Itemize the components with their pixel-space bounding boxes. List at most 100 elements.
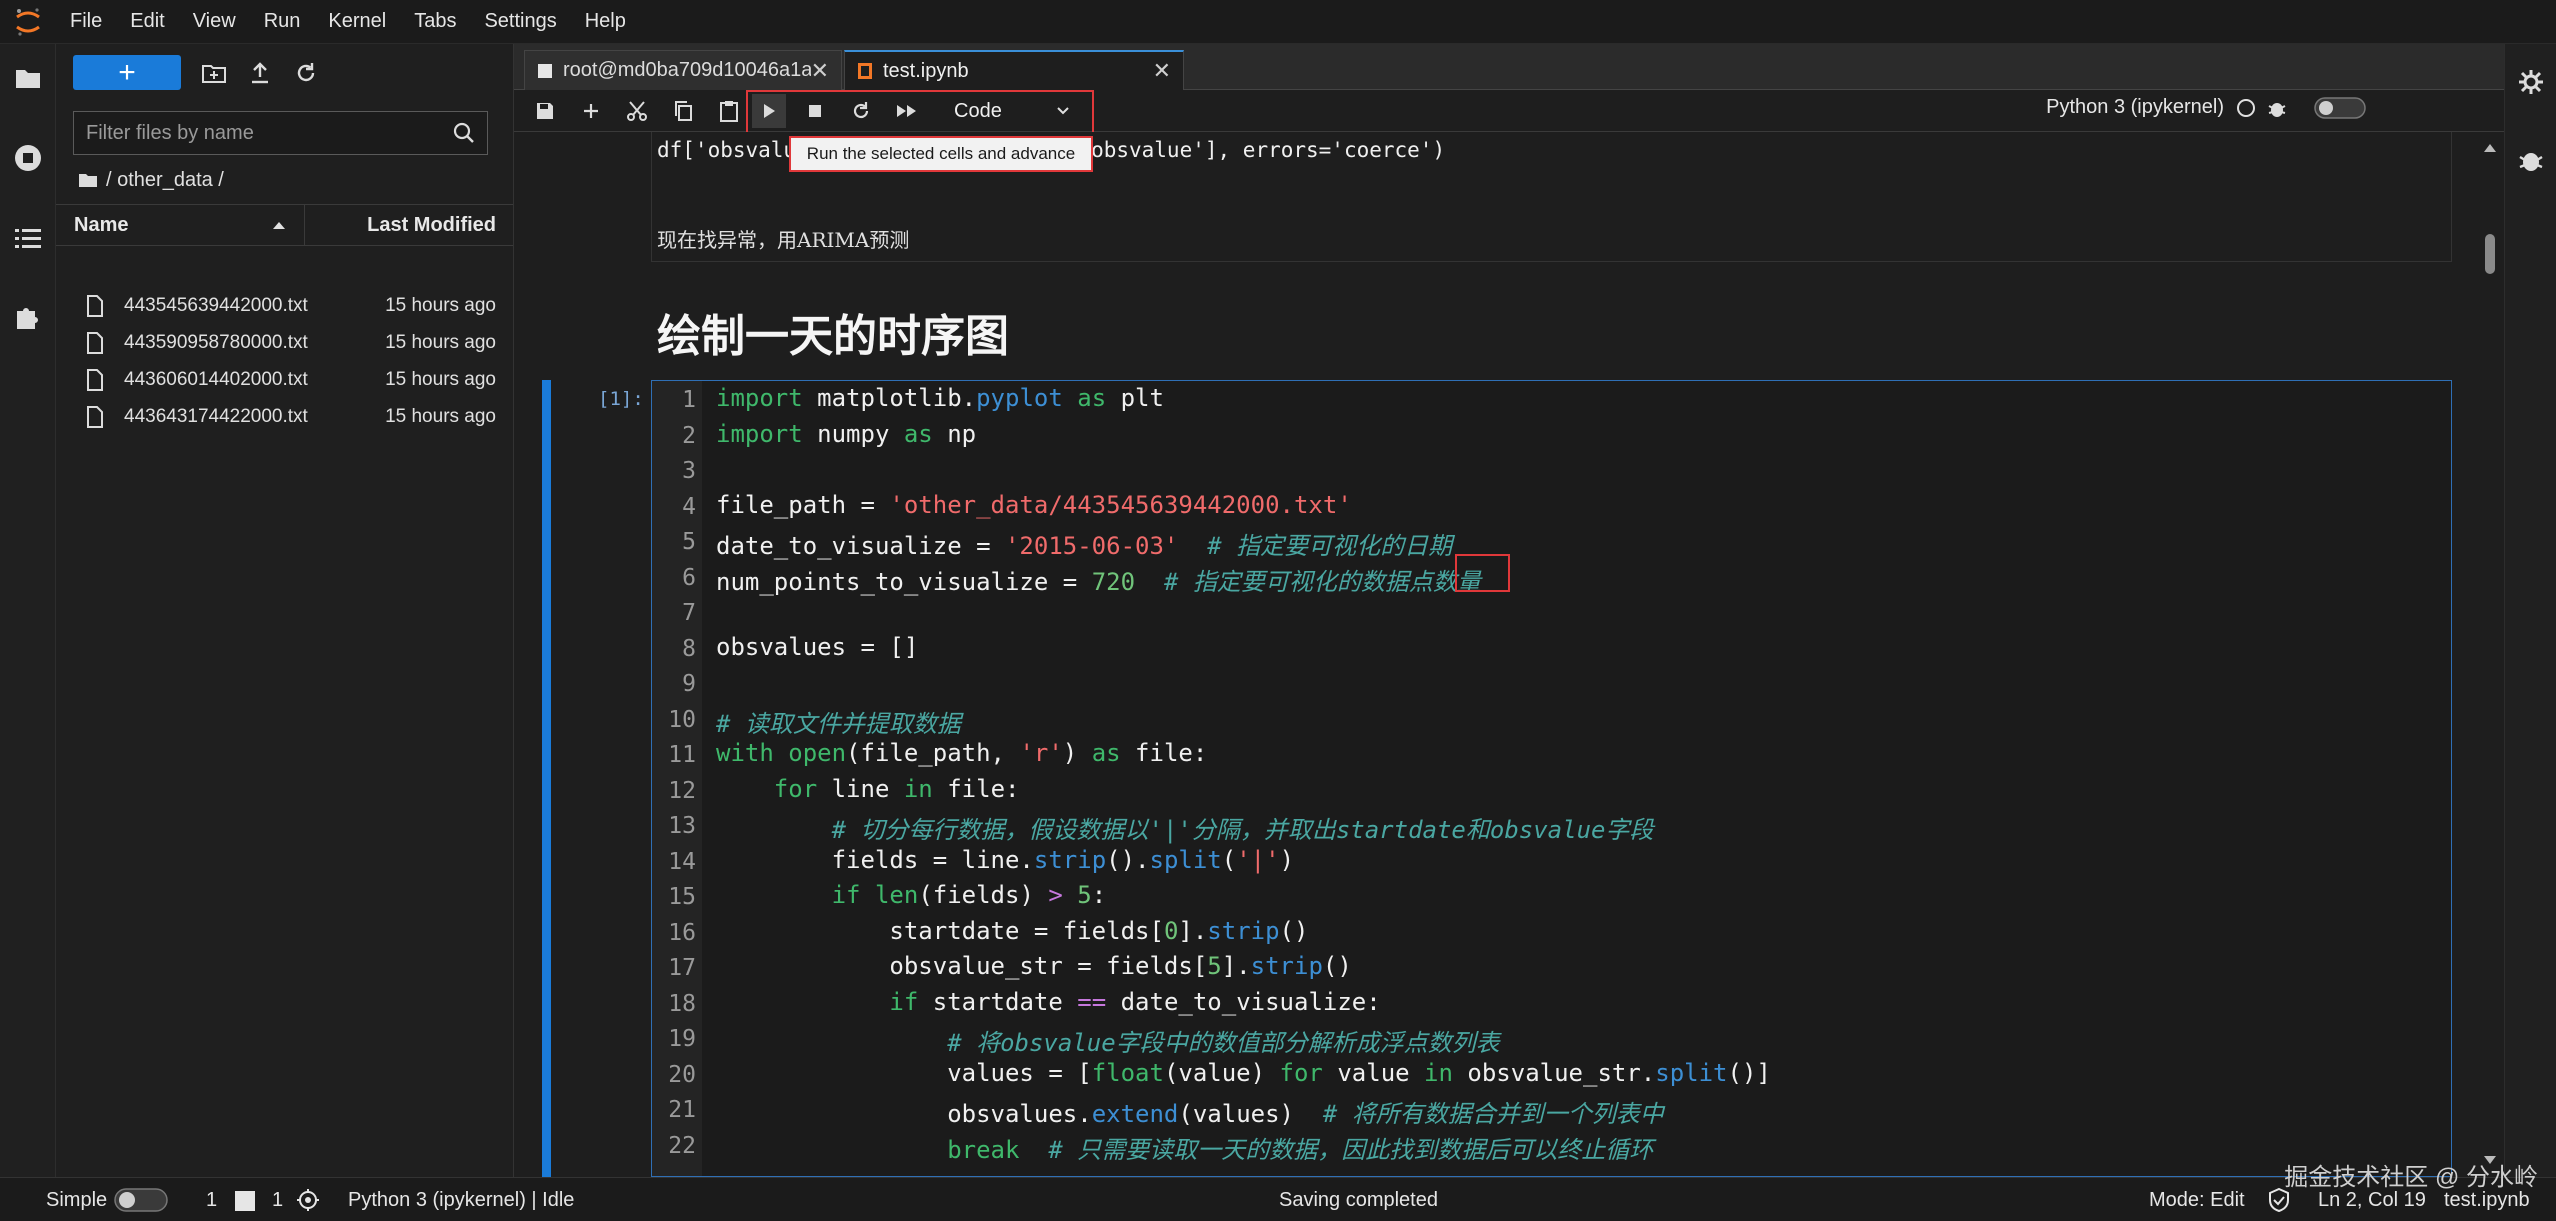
code-cell[interactable]: 1 2 3 4 5 6 7 8 9 10 11 12 13 14 15 16 1… (651, 380, 2452, 1177)
run-cell-icon[interactable] (752, 94, 786, 128)
cursor-position[interactable]: Ln 2, Col 19 (2318, 1189, 2426, 1212)
kernel-chip-icon[interactable] (296, 1188, 320, 1212)
column-header-modified[interactable]: Last Modified (305, 205, 513, 245)
line-number: 20 (668, 1061, 696, 1088)
code-line[interactable]: obsvalue_str = fields[5].strip() (716, 952, 1351, 980)
tab-terminal[interactable]: root@md0ba709d10046a1a7 ✕ (524, 50, 842, 90)
paste-icon[interactable] (712, 94, 746, 128)
line-number: 8 (682, 635, 696, 662)
terminal-count: 1 (206, 1189, 218, 1211)
line-number: 22 (668, 1132, 696, 1159)
kernel-label: Python 3 (ipykernel) (2046, 96, 2224, 118)
search-icon (453, 122, 475, 144)
menu-settings[interactable]: Settings (470, 0, 570, 44)
insert-cell-icon[interactable] (574, 94, 608, 128)
cell-type-dropdown[interactable]: Code (940, 94, 1084, 128)
menu-help[interactable]: Help (571, 0, 640, 44)
code-line[interactable]: with open(file_path, 'r') as file: (716, 739, 1207, 767)
running-sessions-icon[interactable] (10, 140, 46, 176)
menu-run[interactable]: Run (250, 0, 315, 44)
column-header-name[interactable]: Name (56, 205, 305, 245)
file-row[interactable]: 443545639442000.txt 15 hours ago (56, 287, 513, 324)
code-line[interactable]: obsvalues = [] (716, 633, 918, 661)
notebook-scrollbar[interactable] (2476, 132, 2504, 1177)
menu-kernel[interactable]: Kernel (314, 0, 400, 44)
code-line[interactable]: obsvalues.extend(values) # 将所有数据合并到一个列表中 (716, 1094, 1664, 1129)
run-all-icon[interactable] (890, 94, 924, 128)
filter-files-box (73, 111, 488, 155)
kernel-name[interactable]: Python 3 (ipykernel) (2046, 96, 2366, 119)
code-fragment-end: obsvalue'], errors='coerce') (1091, 138, 1446, 162)
file-icon (86, 294, 110, 317)
code-line[interactable]: values = [float(value) for value in obsv… (716, 1059, 1771, 1087)
file-name: 443590958780000.txt (124, 331, 308, 353)
sort-ascending-icon (272, 220, 286, 230)
watermark-text: 掘金技术社区 @ 分水岭 (2284, 1164, 2538, 1191)
tab-notebook[interactable]: test.ipynb ✕ (844, 50, 1184, 90)
code-line[interactable]: startdate = fields[0].strip() (716, 917, 1308, 945)
close-icon[interactable]: ✕ (811, 58, 829, 84)
code-line[interactable]: fields = line.strip().split('|') (716, 846, 1294, 874)
menu-view[interactable]: View (179, 0, 250, 44)
extensions-icon[interactable] (10, 298, 46, 334)
simple-mode-label: Simple (46, 1189, 108, 1211)
close-icon[interactable]: ✕ (1153, 58, 1171, 84)
simple-mode-toggle[interactable] (114, 1187, 168, 1213)
right-sidebar (2504, 44, 2556, 1177)
bug-icon[interactable] (2268, 98, 2286, 118)
folder-icon[interactable] (78, 172, 98, 188)
code-line[interactable]: import matplotlib.pyplot as plt (716, 384, 1164, 412)
code-line[interactable]: date_to_visualize = '2015-06-03' # 指定要可视… (716, 526, 1452, 561)
code-line[interactable]: file_path = 'other_data/443545639442000.… (716, 491, 1352, 519)
code-line[interactable]: # 将obsvalue字段中的数值部分解析成浮点数列表 (716, 1023, 1500, 1058)
active-cell-indicator (542, 380, 551, 1177)
line-number: 5 (682, 529, 696, 555)
tab-label: root@md0ba709d10046a1a7 (563, 59, 811, 81)
new-folder-icon[interactable] (196, 55, 232, 91)
copy-icon[interactable] (666, 94, 700, 128)
save-icon[interactable] (528, 94, 562, 128)
line-number: 6 (682, 564, 696, 591)
filter-files-input[interactable] (86, 121, 453, 145)
code-line[interactable]: if startdate == date_to_visualize: (716, 988, 1380, 1016)
kernel-status[interactable]: Python 3 (ipykernel) | Idle (348, 1189, 574, 1212)
terminal-icon[interactable] (234, 1190, 256, 1212)
line-number: 17 (668, 955, 696, 981)
upload-icon[interactable] (242, 55, 278, 91)
file-row[interactable]: 443606014402000.txt 15 hours ago (56, 361, 513, 398)
line-number: 19 (668, 1026, 696, 1052)
folder-icon[interactable] (10, 60, 46, 96)
menu-edit[interactable]: Edit (116, 0, 178, 44)
code-line[interactable]: break # 只需要读取一天的数据，因此找到数据后可以终止循环 (716, 1130, 1653, 1165)
line-number: 21 (668, 1097, 696, 1123)
refresh-icon[interactable] (288, 55, 324, 91)
cut-icon[interactable] (620, 94, 654, 128)
status-filename: test.ipynb (2444, 1189, 2530, 1211)
code-line[interactable]: num_points_to_visualize = 720 # 指定要可视化的数… (716, 562, 1481, 597)
file-row[interactable]: 443590958780000.txt 15 hours ago (56, 324, 513, 361)
markdown-text: 现在找异常，用ARIMA预测 (657, 228, 910, 252)
debugger-toggle[interactable] (2314, 96, 2366, 119)
breadcrumb-path[interactable]: / other_data / (106, 169, 224, 192)
stop-kernel-icon[interactable] (798, 94, 832, 128)
file-icon (86, 331, 110, 354)
terminal-icon (537, 63, 553, 79)
file-name: 443545639442000.txt (124, 294, 308, 316)
code-line[interactable]: # 切分每行数据，假设数据以'|'分隔，并取出startdate和obsvalu… (716, 810, 1654, 845)
file-modified: 15 hours ago (385, 294, 496, 316)
code-line[interactable]: for line in file: (716, 775, 1020, 803)
debugger-icon[interactable] (2513, 142, 2549, 178)
menu-file[interactable]: File (56, 0, 116, 44)
code-line[interactable]: if len(fields) > 5: (716, 881, 1107, 909)
cell-type-value: Code (954, 99, 1002, 122)
property-inspector-icon[interactable] (2513, 64, 2549, 100)
table-of-contents-icon[interactable] (10, 220, 46, 256)
menu-bar: File Edit View Run Kernel Tabs Settings … (0, 0, 2556, 44)
new-launcher-button[interactable]: + (73, 55, 181, 90)
restart-kernel-icon[interactable] (844, 94, 878, 128)
menu-tabs[interactable]: Tabs (400, 0, 470, 44)
code-line[interactable]: import numpy as np (716, 420, 976, 448)
code-line[interactable]: # 读取文件并提取数据 (716, 704, 961, 739)
status-bar: Simple 1 1 Python 3 (ipykernel) | Idle S… (0, 1177, 2556, 1221)
file-row[interactable]: 443643174422000.txt 15 hours ago (56, 398, 513, 435)
